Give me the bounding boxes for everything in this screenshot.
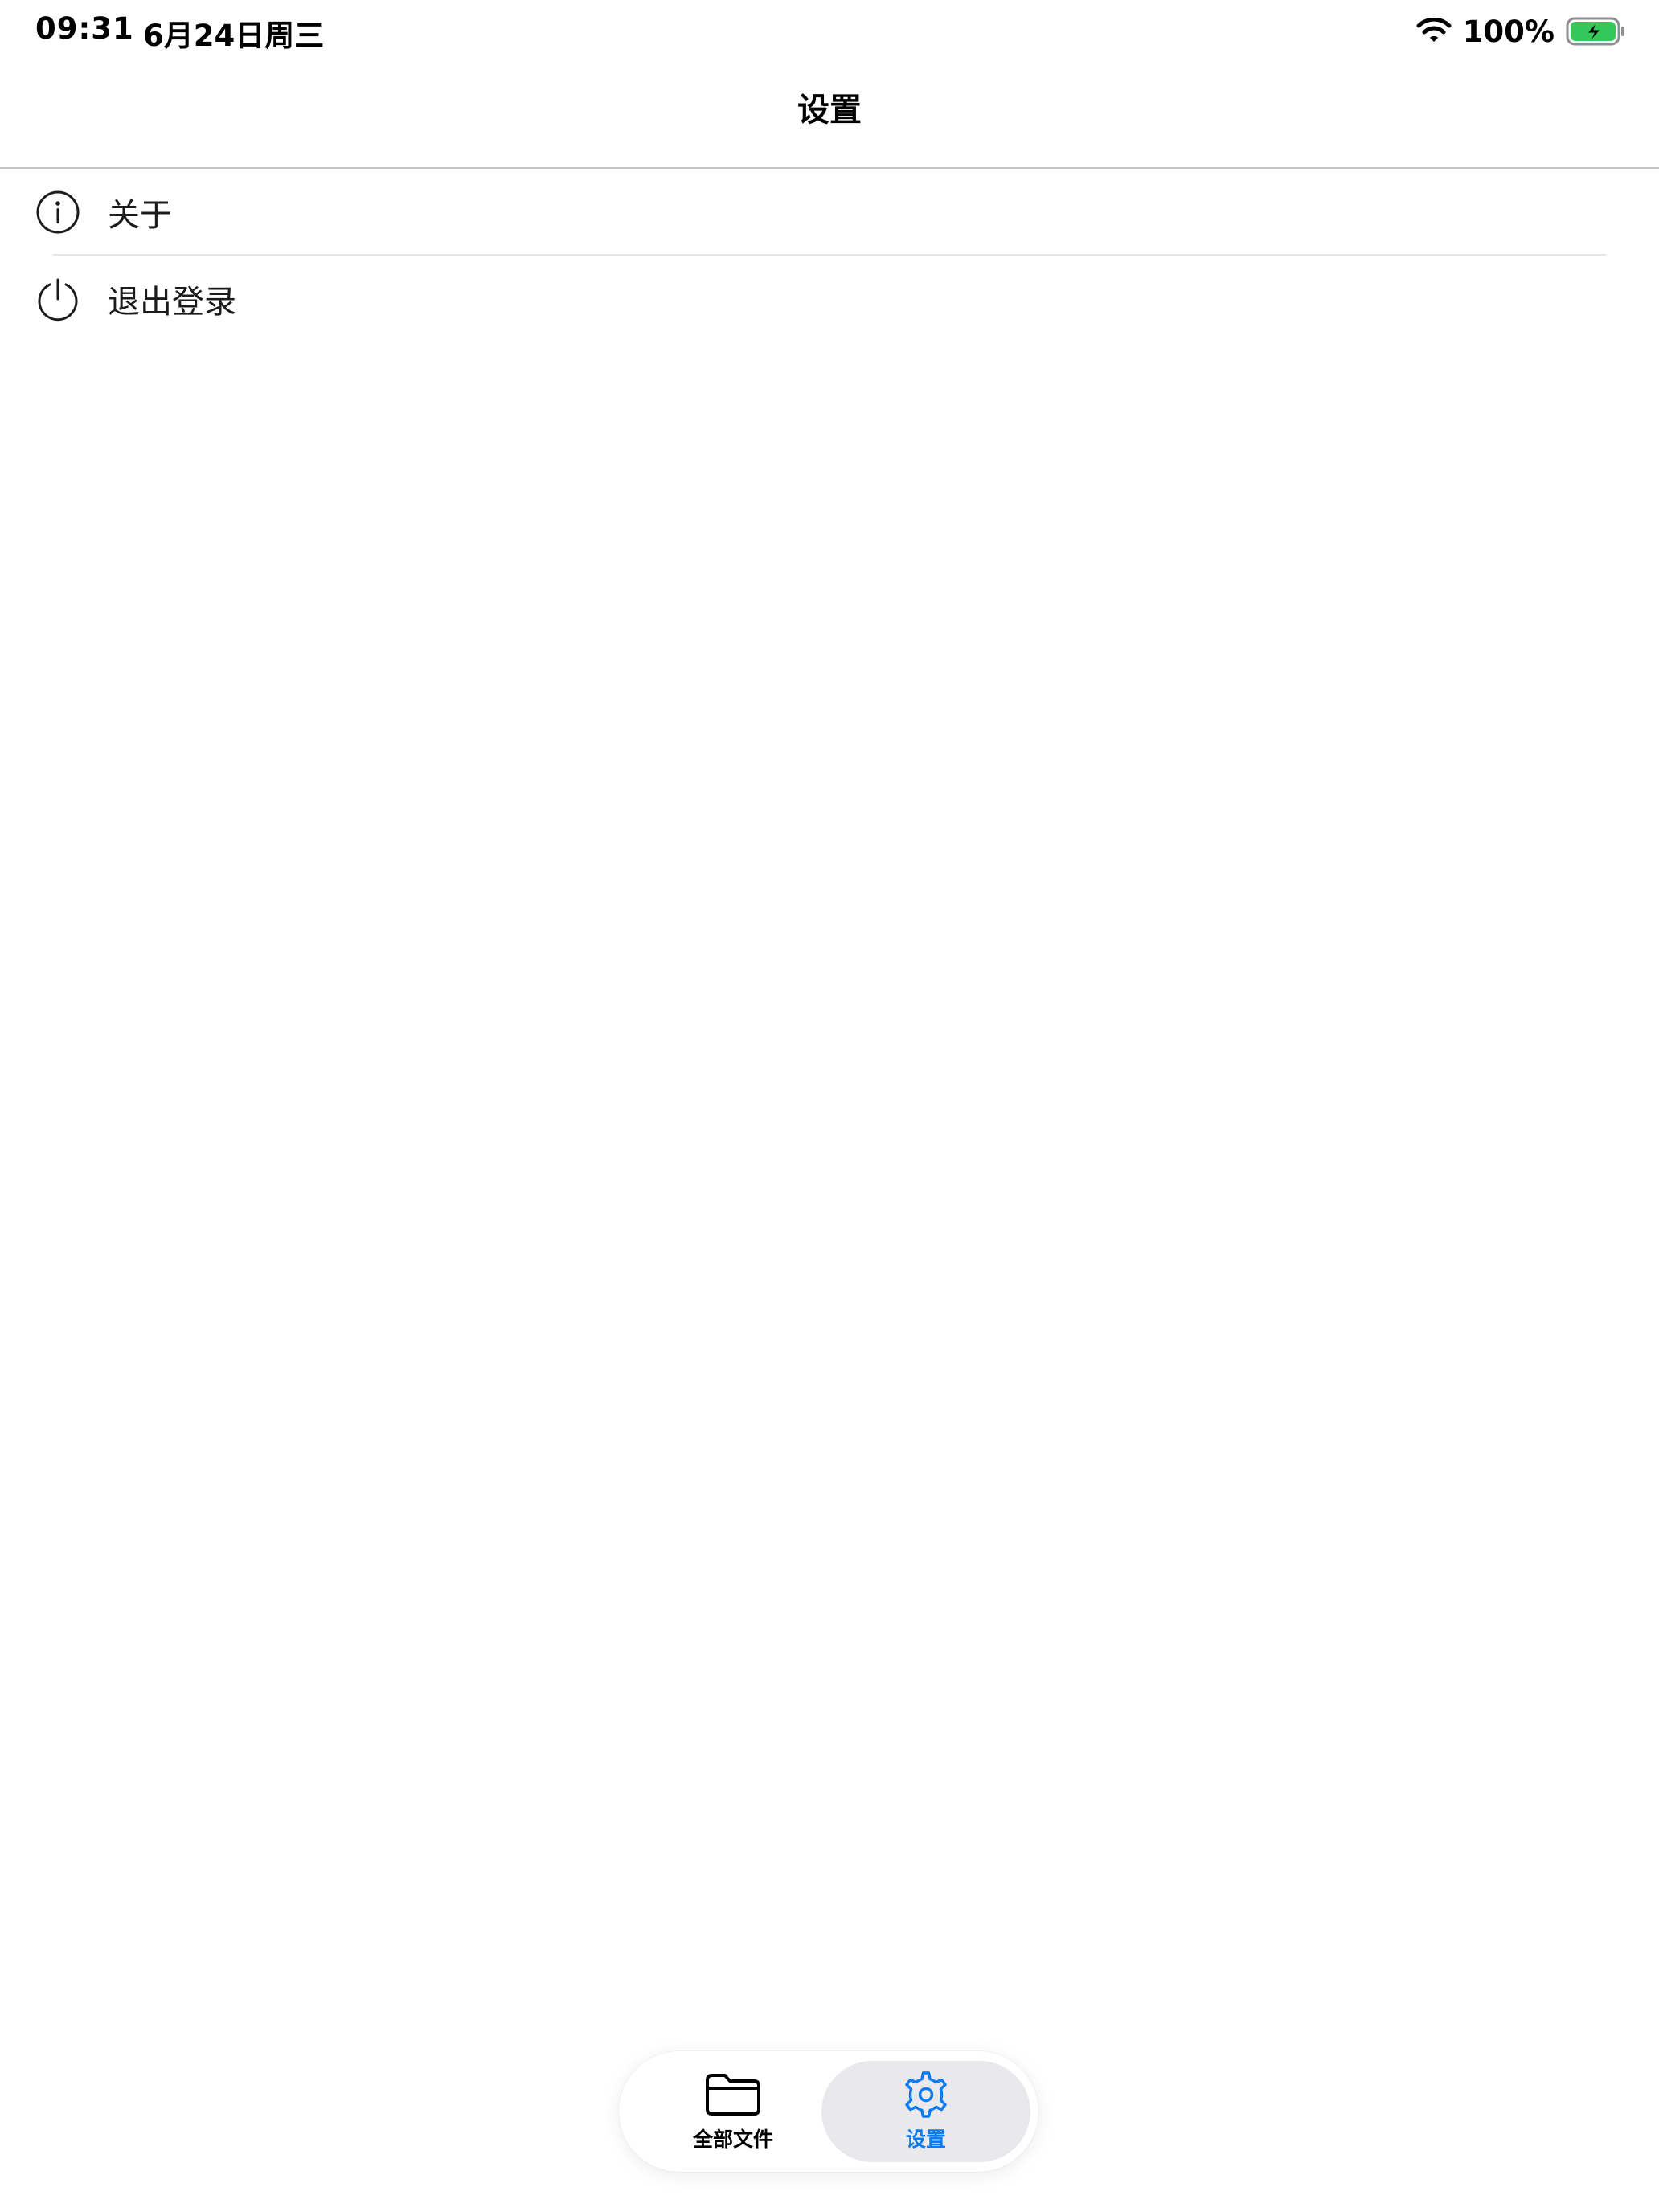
settings-item-logout[interactable]: 退出登录 <box>0 256 1659 342</box>
settings-screen: 09:31 6月24日周三 100% 设置 关于 退出登录 全部文件 设置 <box>0 0 1659 2212</box>
settings-item-about[interactable]: 关于 <box>0 169 1659 256</box>
settings-item-label: 关于 <box>108 197 172 234</box>
status-bar: 09:31 6月24日周三 100% <box>0 0 1659 64</box>
settings-item-label: 退出登录 <box>108 284 236 321</box>
power-icon <box>38 278 78 322</box>
settings-list: 关于 退出登录 <box>0 169 1659 342</box>
tab-all-files[interactable]: 全部文件 <box>629 2061 838 2162</box>
battery-percentage: 100% <box>1462 14 1555 49</box>
tab-bar: 全部文件 设置 <box>619 2051 1038 2172</box>
status-indicators: 100% <box>1416 11 1627 51</box>
info-icon <box>36 190 80 234</box>
tab-settings[interactable]: 设置 <box>821 2061 1030 2162</box>
tab-label: 设置 <box>905 2128 946 2151</box>
battery-charging-icon <box>1566 17 1624 46</box>
status-date: 6月24日周三 <box>143 18 325 53</box>
navigation-bar: 设置 <box>0 64 1659 169</box>
wifi-icon <box>1416 18 1452 42</box>
folder-icon <box>706 2074 760 2116</box>
page-title: 设置 <box>797 92 862 129</box>
status-time: 09:31 <box>35 11 134 46</box>
gear-icon <box>905 2071 947 2118</box>
tab-label: 全部文件 <box>692 2128 773 2151</box>
